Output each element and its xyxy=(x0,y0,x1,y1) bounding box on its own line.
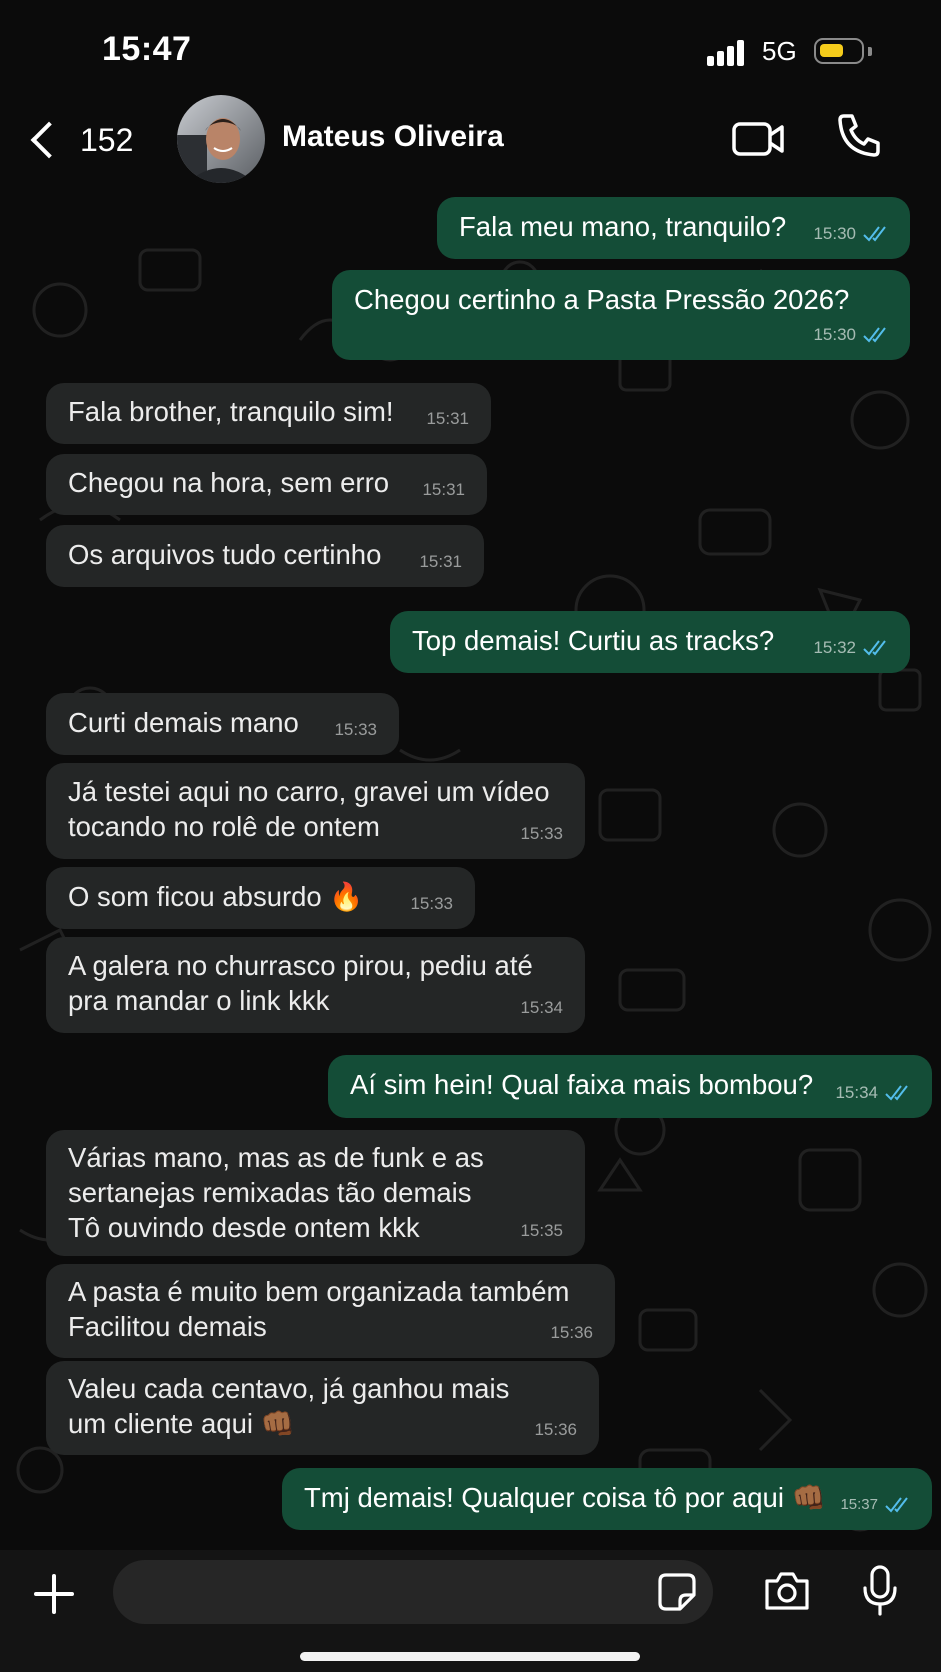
message-time: 15:36 xyxy=(534,1420,577,1439)
message-bubble[interactable]: Já testei aqui no carro, gravei um vídeo… xyxy=(46,763,585,859)
message-meta: 15:30 xyxy=(813,216,892,251)
message-meta: 15:37 xyxy=(840,1487,914,1522)
camera-icon xyxy=(765,1572,809,1610)
message-bubble[interactable]: Chegou na hora, sem erro 15:31 xyxy=(46,454,487,515)
message-text: Valeu cada centavo, já ganhou mais um cl… xyxy=(68,1373,510,1439)
microphone-icon xyxy=(863,1565,897,1616)
battery-cap xyxy=(868,47,872,56)
phone-icon xyxy=(838,114,880,157)
voice-message-button[interactable] xyxy=(860,1564,900,1618)
message-bubble[interactable]: Fala meu mano, tranquilo? 15:30 xyxy=(437,197,910,259)
message-text: Chegou certinho a Pasta Pressão 2026? xyxy=(354,284,850,315)
status-bar: 15:47 5G xyxy=(0,0,941,90)
message-time: 15:30 xyxy=(813,325,856,344)
message-bubble[interactable]: Top demais! Curtiu as tracks? 15:32 xyxy=(390,611,910,673)
video-camera-icon xyxy=(732,122,784,156)
sticker-icon xyxy=(658,1573,696,1611)
message-bubble[interactable]: Chegou certinho a Pasta Pressão 2026? 15… xyxy=(332,270,910,360)
message-time: 15:33 xyxy=(520,824,563,843)
chevron-left-icon xyxy=(30,121,68,159)
battery-level xyxy=(820,44,843,57)
voice-call-button[interactable] xyxy=(834,110,884,160)
message-bubble[interactable]: A pasta é muito bem organizada também Fa… xyxy=(46,1264,615,1358)
message-time: 15:34 xyxy=(520,998,563,1017)
message-text: Já testei aqui no carro, gravei um vídeo… xyxy=(68,776,550,842)
signal-strength-icon xyxy=(707,38,747,66)
message-bubble[interactable]: Tmj demais! Qualquer coisa tô por aqui 👊… xyxy=(282,1468,932,1530)
read-receipt-icon xyxy=(885,1084,908,1101)
message-text: A galera no churrasco pirou, pediu até p… xyxy=(68,950,533,1016)
message-text: Fala brother, tranquilo sim! xyxy=(68,396,394,427)
contact-avatar[interactable] xyxy=(177,95,265,183)
message-bubble[interactable]: Os arquivos tudo certinho 15:31 xyxy=(46,525,484,587)
message-time: 15:31 xyxy=(422,480,465,499)
battery-icon xyxy=(814,38,864,64)
message-bubble[interactable]: Aí sim hein! Qual faixa mais bombou? 15:… xyxy=(328,1055,932,1118)
message-time: 15:32 xyxy=(813,638,856,657)
message-text: Top demais! Curtiu as tracks? xyxy=(412,625,775,656)
message-meta: 15:32 xyxy=(813,630,892,665)
message-text: Várias mano, mas as de funk e as sertane… xyxy=(68,1142,484,1243)
message-meta: 15:34 xyxy=(835,1075,914,1110)
message-bubble[interactable]: O som ficou absurdo 🔥 15:33 xyxy=(46,867,475,929)
sticker-button[interactable] xyxy=(656,1571,698,1613)
message-text: Fala meu mano, tranquilo? xyxy=(459,211,787,242)
camera-button[interactable] xyxy=(762,1569,812,1613)
network-type: 5G xyxy=(762,36,797,66)
message-bubble[interactable]: Valeu cada centavo, já ganhou mais um cl… xyxy=(46,1361,599,1455)
back-button[interactable]: 152 xyxy=(24,112,133,168)
message-time: 15:34 xyxy=(835,1083,878,1102)
chat-header: 152 Mateus Oliveira xyxy=(0,90,941,190)
message-time: 15:31 xyxy=(426,409,469,428)
message-time: 15:33 xyxy=(334,720,377,739)
home-indicator xyxy=(300,1652,640,1661)
message-bubble[interactable]: Curti demais mano 15:33 xyxy=(46,693,399,755)
message-time: 15:35 xyxy=(520,1221,563,1240)
message-meta: 15:30 xyxy=(813,317,892,352)
message-time: 15:31 xyxy=(419,552,462,571)
message-text: Aí sim hein! Qual faixa mais bombou? xyxy=(350,1069,814,1100)
message-text: Os arquivos tudo certinho xyxy=(68,539,382,570)
message-text: Chegou na hora, sem erro xyxy=(68,467,390,498)
message-time: 15:30 xyxy=(813,224,856,243)
message-bubble[interactable]: A galera no churrasco pirou, pediu até p… xyxy=(46,937,585,1033)
message-time: 15:36 xyxy=(550,1323,593,1342)
unread-count: 152 xyxy=(80,121,134,158)
message-text: O som ficou absurdo 🔥 xyxy=(68,881,364,912)
attach-button[interactable] xyxy=(32,1572,76,1616)
video-call-button[interactable] xyxy=(730,114,790,164)
message-text: Curti demais mano xyxy=(68,707,299,738)
read-receipt-icon xyxy=(863,326,886,343)
message-text: Tmj demais! Qualquer coisa tô por aqui 👊… xyxy=(304,1482,826,1513)
status-time: 15:47 xyxy=(102,30,192,68)
read-receipt-icon xyxy=(863,225,886,242)
contact-name[interactable]: Mateus Oliveira xyxy=(282,120,504,154)
message-list: Fala meu mano, tranquilo? 15:30 Chegou c… xyxy=(0,190,941,1550)
message-text: A pasta é muito bem organizada também Fa… xyxy=(68,1276,570,1342)
read-receipt-icon xyxy=(863,639,886,656)
read-receipt-icon xyxy=(885,1496,908,1513)
message-time: 15:37 xyxy=(840,1496,878,1513)
message-bubble[interactable]: Várias mano, mas as de funk e as sertane… xyxy=(46,1130,585,1256)
message-input[interactable] xyxy=(113,1560,713,1624)
message-bubble[interactable]: Fala brother, tranquilo sim! 15:31 xyxy=(46,383,491,444)
message-time: 15:33 xyxy=(410,894,453,913)
